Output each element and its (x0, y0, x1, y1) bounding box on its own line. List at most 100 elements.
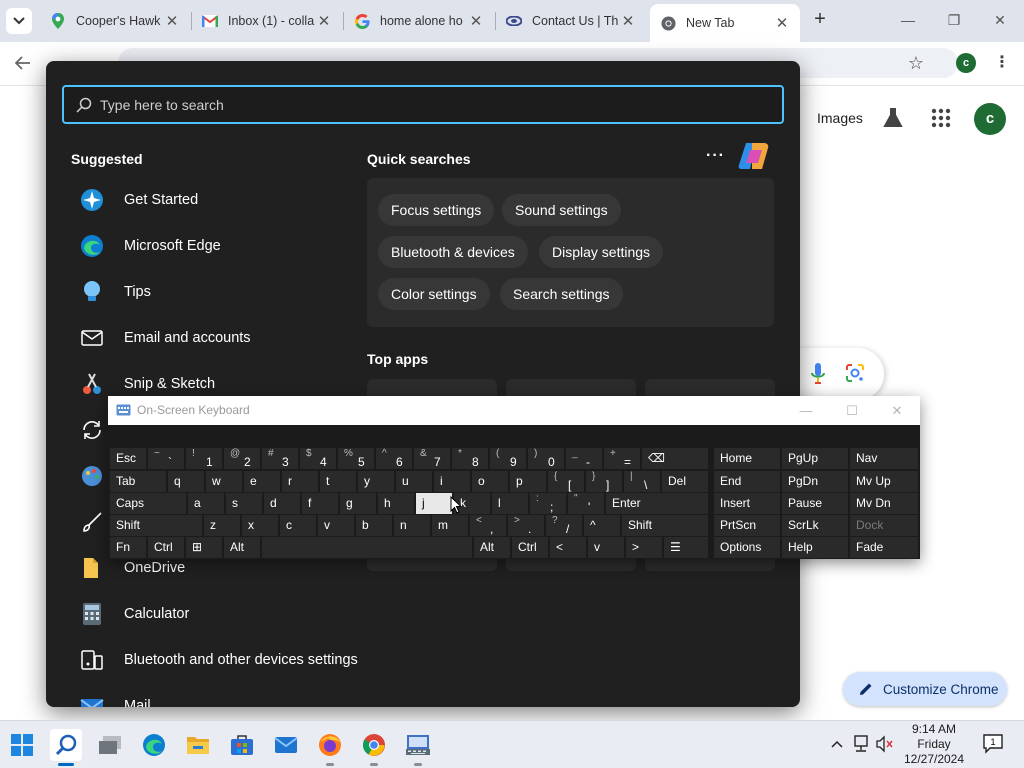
osk-key[interactable]: v (318, 515, 354, 536)
osk-nav-key[interactable]: PrtScn (714, 515, 780, 536)
start-search-box[interactable] (62, 85, 784, 124)
customize-chrome-button[interactable]: Customize Chrome (843, 672, 1007, 706)
osk-key[interactable]: i (434, 471, 470, 492)
osk-key[interactable]: " ' (568, 493, 604, 514)
show-hidden-icons-chevron-up-icon[interactable] (829, 735, 845, 753)
osk-key[interactable]: $4 (300, 448, 336, 469)
osk-key[interactable]: v (588, 537, 624, 558)
osk-key[interactable]: f (302, 493, 338, 514)
osk-nav-key[interactable]: Dock (850, 515, 918, 536)
network-ethernet-icon[interactable] (852, 735, 870, 753)
osk-key[interactable]: ^ (584, 515, 620, 536)
osk-key[interactable]: t (320, 471, 356, 492)
osk-key[interactable]: <, (470, 515, 506, 536)
search-icon[interactable] (50, 729, 82, 761)
top-app-tile[interactable] (367, 559, 497, 571)
osk-nav-key[interactable]: Fade (850, 537, 918, 558)
osk-key[interactable]: l (492, 493, 528, 514)
microsoft-store-icon[interactable] (226, 729, 258, 761)
osk-key[interactable]: w (206, 471, 242, 492)
edge-icon[interactable] (138, 729, 170, 761)
osk-key[interactable]: q (168, 471, 204, 492)
osk-close-button[interactable]: ✕ (882, 400, 912, 422)
osk-title-bar[interactable]: On-Screen Keyboard — ☐ ✕ (108, 396, 920, 425)
osk-key[interactable]: b (356, 515, 392, 536)
osk-key[interactable]: Shift (110, 515, 202, 536)
google-lens-icon[interactable] (845, 363, 867, 385)
osk-key[interactable]: s (226, 493, 262, 514)
osk-key[interactable]: j (416, 493, 452, 514)
tab-google-search[interactable]: home alone ho ✕ (344, 6, 494, 36)
suggested-item-microsoft-edge[interactable]: Microsoft Edge (70, 223, 370, 269)
windows-start-icon[interactable] (6, 729, 38, 761)
window-minimize-button[interactable]: — (888, 6, 928, 34)
top-app-tile[interactable] (506, 559, 636, 571)
osk-key[interactable]: y (358, 471, 394, 492)
quick-search-search-settings[interactable]: Search settings (500, 278, 623, 310)
osk-key[interactable]: #3 (262, 448, 298, 469)
osk-key[interactable]: :; (530, 493, 566, 514)
osk-key[interactable]: + = (604, 448, 640, 469)
osk-key[interactable]: Caps (110, 493, 186, 514)
osk-key[interactable]: o (472, 471, 508, 492)
osk-key[interactable]: e (244, 471, 280, 492)
osk-nav-key[interactable]: Mv Dn (850, 493, 918, 514)
osk-minimize-button[interactable]: — (791, 400, 821, 422)
osk-nav-key[interactable]: Mv Up (850, 471, 918, 492)
osk-key[interactable]: ? / (546, 515, 582, 536)
osk-nav-key[interactable]: Options (714, 537, 780, 558)
quick-search-focus-settings[interactable]: Focus settings (378, 194, 495, 226)
osk-nav-key[interactable]: Home (714, 448, 780, 469)
osk-nav-key[interactable]: Help (782, 537, 848, 558)
osk-key[interactable]: ! 1 (186, 448, 222, 469)
osk-key[interactable]: Shift (622, 515, 708, 536)
osk-key[interactable]: ~ ` (148, 448, 184, 469)
osk-key[interactable]: z (204, 515, 240, 536)
osk-key[interactable]: ^ 6 (376, 448, 412, 469)
osk-nav-key[interactable]: PgDn (782, 471, 848, 492)
osk-key[interactable]: ☰ (664, 537, 708, 558)
quick-search-display-settings[interactable]: Display settings (539, 236, 664, 268)
google-account-avatar[interactable]: c (974, 103, 1006, 135)
osk-key[interactable]: }] (586, 471, 622, 492)
osk-key[interactable]: ⌫ (642, 448, 708, 469)
task-view-icon[interactable] (94, 729, 126, 761)
suggested-item-calculator[interactable]: Calculator (70, 591, 370, 637)
suggested-item-get-started[interactable]: Get Started (70, 177, 370, 223)
osk-key[interactable]: & 7 (414, 448, 450, 469)
osk-nav-key[interactable]: ScrLk (782, 515, 848, 536)
osk-maximize-button[interactable]: ☐ (837, 400, 867, 422)
osk-key[interactable]: {[ (548, 471, 584, 492)
mail-icon[interactable] (270, 729, 302, 761)
osk-key[interactable]: x (242, 515, 278, 536)
profile-avatar[interactable]: c (956, 53, 976, 73)
window-close-button[interactable]: ✕ (980, 6, 1020, 34)
quick-search-bluetooth-devices[interactable]: Bluetooth & devices (378, 236, 528, 268)
osk-key[interactable]: h (378, 493, 414, 514)
tab-new-tab[interactable]: New Tab ✕ (650, 4, 800, 42)
osk-key[interactable]: a (188, 493, 224, 514)
tab-close-icon[interactable]: ✕ (774, 14, 790, 32)
osk-nav-key[interactable]: End (714, 471, 780, 492)
osk-key[interactable]: Tab (110, 471, 166, 492)
back-button[interactable] (10, 50, 36, 76)
suggested-item-tips[interactable]: Tips (70, 269, 370, 315)
osk-key[interactable]: p (510, 471, 546, 492)
osk-key[interactable]: Esc (110, 448, 146, 469)
osk-key[interactable]: _ - (566, 448, 602, 469)
osk-key[interactable]: Enter (606, 493, 708, 514)
osk-key[interactable]: n (394, 515, 430, 536)
tab-gmail-inbox[interactable]: Inbox (1) - colla ✕ (192, 6, 342, 36)
osk-key[interactable]: >. (508, 515, 544, 536)
osk-key[interactable]: c (280, 515, 316, 536)
tab-close-icon[interactable]: ✕ (164, 12, 180, 30)
system-clock[interactable]: 9:14 AM Friday 12/27/2024 (897, 722, 971, 767)
tab-close-icon[interactable]: ✕ (468, 12, 484, 30)
osk-key[interactable]: Alt (474, 537, 510, 558)
tab-close-icon[interactable]: ✕ (620, 12, 636, 30)
osk-key[interactable]: | \ (624, 471, 660, 492)
osk-key[interactable]: Ctrl (148, 537, 184, 558)
on-screen-keyboard-icon[interactable] (402, 729, 434, 761)
top-app-tile[interactable] (645, 559, 775, 571)
volume-muted-icon[interactable] (875, 735, 893, 753)
